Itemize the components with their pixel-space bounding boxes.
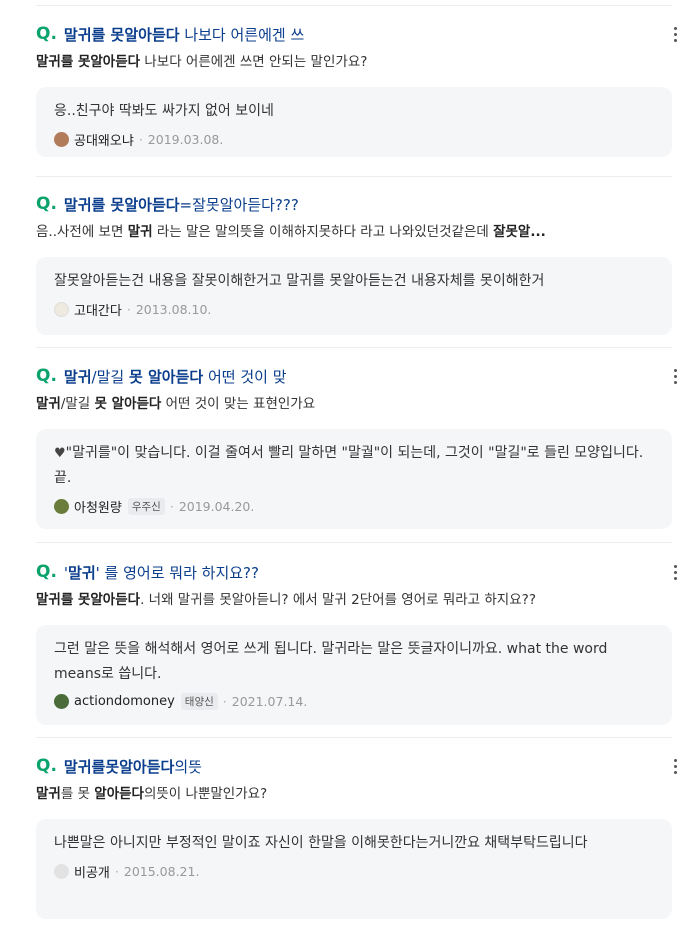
author-name[interactable]: actiondomoney <box>74 694 175 709</box>
summary-mid: 를 못 <box>60 786 95 802</box>
answer-box[interactable]: 잘못알아듣는건 내용을 잘못이해한거고 말귀를 못알아듣는건 내용자체를 못이해… <box>36 257 672 335</box>
title-highlight-2: 못 알아듣다 <box>128 367 204 386</box>
summary-highlight-2: 못 알아듣다 <box>94 396 162 412</box>
qna-item: Q. 말귀/말길 못 알아듣다 어떤 것이 맞 말귀/말길 못 알아듣다 어떤 … <box>36 362 677 529</box>
question-mark-label: Q. <box>36 194 57 214</box>
meta-separator: · <box>169 499 174 514</box>
summary-highlight: 말귀 <box>36 396 61 412</box>
question-title-link[interactable]: '말귀' 를 영어로 뭐라 하지요?? <box>64 562 259 583</box>
answer-meta: 비공개 · 2015.08.21. <box>54 862 656 881</box>
author-name[interactable]: 고대간다 <box>74 300 122 319</box>
question-mark-label: Q. <box>36 366 57 386</box>
question-mark-label: Q. <box>36 562 57 582</box>
summary-highlight-2: 알아듣다 <box>94 786 144 802</box>
answer-body: "말귀를"이 맞습니다. 이걸 줄여서 빨리 말하면 "말궐"이 되는데, 그것… <box>54 445 644 486</box>
answer-text: 나쁜말은 아니지만 부정적인 말이죠 자신이 한말을 이해못한다는거니깐요 채택… <box>54 835 588 851</box>
avatar[interactable] <box>54 864 69 879</box>
summary-rest: . 너왜 말귀를 못알아듣니? 에서 말귀 2단어를 영어로 뭐라고 하지요?? <box>140 592 536 608</box>
answer-meta: 아청원량 우주신 · 2019.04.20. <box>54 497 656 516</box>
avatar[interactable] <box>54 694 69 709</box>
question-title-link[interactable]: 말귀를 못알아듣다 나보다 어른에겐 쓰 <box>64 24 304 45</box>
answer-date: 2015.08.21. <box>123 864 200 879</box>
more-vertical-icon[interactable] <box>674 369 678 385</box>
title-rest: 의뜻 <box>174 757 202 776</box>
heart-icon: ♥ <box>54 446 66 461</box>
title-highlight: 말귀를 못알아듣다 <box>63 25 180 44</box>
more-vertical-icon[interactable] <box>674 565 678 581</box>
author-name[interactable]: 공대왜오냐 <box>74 130 134 149</box>
avatar[interactable] <box>54 132 69 147</box>
question-mark-label: Q. <box>36 24 57 44</box>
rank-badge: 태양신 <box>180 693 218 710</box>
summary-mid: /말길 <box>60 396 95 412</box>
summary-rest: 어떤 것이 맞는 표현인가요 <box>161 396 316 412</box>
question-summary: 말귀를 못알아듣다. 너왜 말귀를 못알아듣니? 에서 말귀 2단어를 영어로 … <box>36 589 672 611</box>
top-divider <box>36 5 672 6</box>
title-highlight: 말귀 <box>68 563 96 582</box>
avatar[interactable] <box>54 302 69 317</box>
question-summary: 말귀를 못 알아듣다의뜻이 나뿐말인가요? <box>36 783 672 805</box>
title-rest: 나보다 어른에겐 쓰 <box>179 25 305 44</box>
answer-text: 응..친구야 딱봐도 싸가지 없어 보이네 <box>54 103 274 119</box>
item-divider <box>36 176 672 177</box>
title-rest: =잘못알아듣다??? <box>179 195 299 214</box>
meta-separator: · <box>114 864 119 879</box>
summary-prefix: 음..사전에 보면 <box>36 224 128 240</box>
answer-text: ♥"말귀를"이 맞습니다. 이걸 줄여서 빨리 말하면 "말궐"이 되는데, 그… <box>54 441 656 491</box>
question-summary: 말귀를 못알아듣다 나보다 어른에겐 쓰면 안되는 말인가요? <box>36 51 672 73</box>
answer-box[interactable]: ♥"말귀를"이 맞습니다. 이걸 줄여서 빨리 말하면 "말궐"이 되는데, 그… <box>36 429 672 529</box>
title-mid: /말길 <box>91 367 129 386</box>
answer-date: 2013.08.10. <box>135 302 212 317</box>
summary-highlight-2: 잘못알... <box>493 224 546 240</box>
answer-box[interactable]: 나쁜말은 아니지만 부정적인 말이죠 자신이 한말을 이해못한다는거니깐요 채택… <box>36 819 672 919</box>
avatar[interactable] <box>54 499 69 514</box>
summary-highlight: 말귀 <box>127 224 153 240</box>
answer-text: 그런 말은 뜻을 해석해서 영어로 쓰게 됩니다. 말귀라는 말은 뜻글자이니까… <box>54 641 608 682</box>
answer-date: 2021.07.14. <box>231 694 308 709</box>
answer-text: 잘못알아듣는건 내용을 잘못이해한거고 말귀를 못알아듣는건 내용자체를 못이해… <box>54 273 545 289</box>
title-highlight: 말귀를 못알아듣다 <box>63 195 180 214</box>
more-vertical-icon[interactable] <box>674 27 678 43</box>
answer-meta: actiondomoney 태양신 · 2021.07.14. <box>54 693 656 710</box>
title-rest: ' 를 영어로 뭐라 하지요?? <box>95 563 259 582</box>
summary-highlight: 말귀를 못알아듣다 <box>36 54 141 70</box>
qna-item: Q. 말귀를못알아듣다의뜻 말귀를 못 알아듣다의뜻이 나뿐말인가요? 나쁜말은… <box>36 752 677 919</box>
item-divider <box>36 737 672 738</box>
answer-meta: 공대왜오냐 · 2019.03.08. <box>54 130 656 149</box>
meta-separator: · <box>222 694 227 709</box>
qna-item: Q. '말귀' 를 영어로 뭐라 하지요?? 말귀를 못알아듣다. 너왜 말귀를… <box>36 558 677 725</box>
meta-separator: · <box>126 302 131 317</box>
item-divider <box>36 347 672 348</box>
answer-date: 2019.04.20. <box>178 499 255 514</box>
question-title-link[interactable]: 말귀를못알아듣다의뜻 <box>64 756 202 777</box>
summary-rest: 라는 말은 말의뜻을 이해하지못하다 라고 나와있던것같은데 <box>152 224 494 240</box>
item-divider <box>36 542 672 543</box>
author-name[interactable]: 비공개 <box>74 862 110 881</box>
question-title-link[interactable]: 말귀/말길 못 알아듣다 어떤 것이 맞 <box>64 366 287 387</box>
summary-rest: 의뜻이 나뿐말인가요? <box>143 786 268 802</box>
title-highlight: 말귀 <box>63 367 92 386</box>
summary-rest: 나보다 어른에겐 쓰면 안되는 말인가요? <box>140 54 368 70</box>
question-summary: 음..사전에 보면 말귀 라는 말은 말의뜻을 이해하지못하다 라고 나와있던것… <box>36 221 672 243</box>
question-title-link[interactable]: 말귀를 못알아듣다=잘못알아듣다??? <box>64 194 299 215</box>
title-highlight: 말귀를못알아듣다 <box>63 757 175 776</box>
question-mark-label: Q. <box>36 756 57 776</box>
rank-badge: 우주신 <box>127 498 165 515</box>
answer-date: 2019.03.08. <box>147 132 224 147</box>
author-name[interactable]: 아청원량 <box>74 497 122 516</box>
title-rest: 어떤 것이 맞 <box>203 367 287 386</box>
summary-highlight: 말귀를 못알아듣다 <box>36 592 141 608</box>
question-summary: 말귀/말길 못 알아듣다 어떤 것이 맞는 표현인가요 <box>36 393 672 415</box>
qna-item: Q. 말귀를 못알아듣다 나보다 어른에겐 쓰 말귀를 못알아듣다 나보다 어른… <box>36 20 677 157</box>
answer-meta: 고대간다 · 2013.08.10. <box>54 300 656 319</box>
meta-separator: · <box>138 132 143 147</box>
qna-item: Q. 말귀를 못알아듣다=잘못알아듣다??? 음..사전에 보면 말귀 라는 말… <box>36 190 672 335</box>
answer-box[interactable]: 그런 말은 뜻을 해석해서 영어로 쓰게 됩니다. 말귀라는 말은 뜻글자이니까… <box>36 625 672 725</box>
more-vertical-icon[interactable] <box>674 759 678 775</box>
summary-highlight: 말귀 <box>36 786 61 802</box>
answer-box[interactable]: 응..친구야 딱봐도 싸가지 없어 보이네 공대왜오냐 · 2019.03.08… <box>36 87 672 157</box>
